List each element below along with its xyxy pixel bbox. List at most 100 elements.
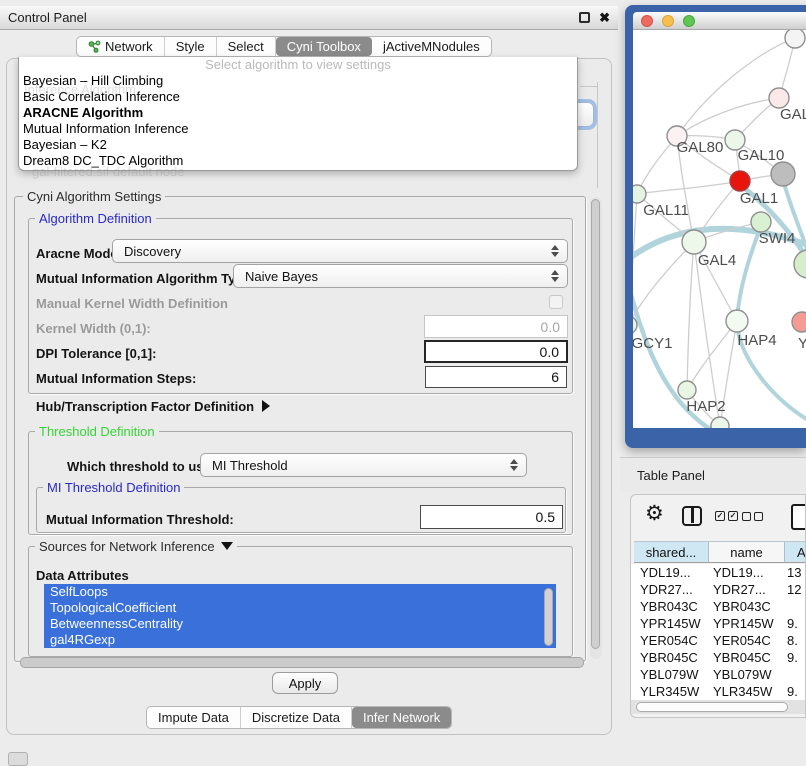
node[interactable]	[785, 30, 805, 48]
tab-network[interactable]: Network	[77, 37, 165, 56]
traffic-zoom-button[interactable]	[683, 15, 695, 27]
attribute-item-selected[interactable]: gal4RGexp	[44, 632, 556, 648]
dropdown-item[interactable]: Bayesian – Hill Climbing	[19, 73, 577, 89]
aracne-mode-label: Aracne Mode:	[36, 246, 122, 261]
attribute-item-selected[interactable]: BetweennessCentrality	[44, 616, 556, 632]
cell[interactable]: YDR27...	[631, 581, 706, 598]
tab-jactivemnodules[interactable]: jActiveMNodules	[372, 37, 491, 56]
attributes-scrollbar[interactable]	[543, 586, 554, 650]
tab-style[interactable]: Style	[165, 37, 217, 56]
cell[interactable]: YLR345W	[631, 683, 706, 700]
apply-button[interactable]: Apply	[272, 672, 338, 694]
cell[interactable]	[782, 598, 804, 615]
dropdown-item-selected[interactable]: ARACNE Algorithm	[19, 105, 577, 121]
cell[interactable]: 12	[782, 581, 804, 598]
column-header-clipped[interactable]: A	[785, 541, 806, 563]
dropdown-item[interactable]: Mutual Information Inference	[19, 121, 577, 137]
cell[interactable]: YBL079W	[706, 666, 782, 683]
cell[interactable]: 9.	[782, 615, 804, 632]
cell[interactable]: YDL19...	[706, 564, 782, 581]
node-gal11[interactable]	[633, 185, 646, 203]
tab-infer-network[interactable]: Infer Network	[352, 707, 451, 728]
cell[interactable]: YPR145W	[706, 615, 782, 632]
cell[interactable]: 9.	[782, 683, 804, 700]
dropdown-item[interactable]: Bayesian – K2	[19, 137, 577, 153]
manual-kernel-label: Manual Kernel Width Definition	[36, 296, 228, 311]
node-label: SWI4	[759, 230, 796, 247]
mi-type-value: Naive Bayes	[245, 269, 318, 284]
attribute-item-selected[interactable]: TopologicalCoefficient	[44, 600, 556, 616]
cell[interactable]: YDR27...	[706, 581, 782, 598]
network-canvas[interactable]: GAL GAL80 GAL10 GAL1 GAL11 SWI4 GAL4 GCY…	[633, 30, 806, 428]
node-large-green[interactable]	[794, 250, 806, 278]
tab-cyni-toolbox[interactable]: Cyni Toolbox	[276, 37, 372, 56]
column-header-shared-name[interactable]: shared...	[634, 541, 709, 563]
sources-disclosure[interactable]: Sources for Network Inference	[35, 539, 237, 554]
cell[interactable]: YER054C	[706, 632, 782, 649]
dropdown-item[interactable]: Basic Correlation Inference	[19, 89, 577, 105]
node-gray[interactable]	[771, 162, 795, 186]
node-label: HAP4	[737, 332, 776, 349]
control-panel-titlebar: Control Panel ✖	[0, 6, 618, 30]
node-bottom[interactable]	[711, 417, 729, 428]
which-threshold-combobox[interactable]: MI Threshold	[200, 453, 527, 477]
cell[interactable]: YLR345W	[706, 683, 782, 700]
attribute-item-selected[interactable]: SelfLoops	[44, 584, 556, 600]
node-swi4[interactable]	[751, 212, 771, 232]
cell[interactable]: YPR145W	[631, 615, 706, 632]
settings-vertical-scrollbar[interactable]	[590, 197, 602, 659]
dropdown-item[interactable]: Dream8 DC_TDC Algorithm	[19, 153, 577, 169]
dpi-tolerance-field[interactable]: 0.0	[424, 340, 568, 363]
node-gal4[interactable]	[682, 230, 706, 254]
new-table-icon[interactable]	[791, 504, 806, 530]
combo-arrows-icon	[510, 459, 518, 471]
cell[interactable]: YBR043C	[706, 598, 782, 615]
deselect-all-checkboxes-icon[interactable]	[742, 512, 763, 521]
kernel-width-field[interactable]: 0.0	[424, 315, 568, 338]
cell[interactable]: YBR045C	[631, 649, 706, 666]
node-gal[interactable]	[769, 88, 789, 108]
minimized-panel-chip[interactable]	[8, 752, 28, 766]
cell[interactable]: YBL079W	[631, 666, 706, 683]
aracne-mode-combobox[interactable]: Discovery	[112, 239, 568, 263]
traffic-close-button[interactable]	[641, 15, 653, 27]
which-threshold-label: Which threshold to use:	[67, 459, 215, 474]
cell[interactable]: 13	[782, 564, 804, 581]
tab-network-label: Network	[105, 39, 153, 54]
hub-definition-disclosure[interactable]: Hub/Transcription Factor Definition	[36, 399, 270, 414]
select-all-checkboxes-icon[interactable]: ✓✓	[715, 511, 738, 521]
columns-icon[interactable]	[682, 506, 702, 526]
mi-algorithm-type-combobox[interactable]: Naive Bayes	[233, 264, 568, 288]
node-hap4[interactable]	[726, 310, 748, 332]
node-salmon[interactable]	[792, 312, 806, 332]
node-label: GCY1	[633, 335, 672, 352]
tab-discretize-data[interactable]: Discretize Data	[241, 707, 352, 728]
mi-steps-label: Mutual Information Steps:	[36, 371, 196, 386]
manual-kernel-checkbox[interactable]	[549, 295, 563, 309]
node-gal1[interactable]	[730, 171, 750, 191]
cell[interactable]: 8.	[782, 632, 804, 649]
settings-horizontal-scrollbar[interactable]	[20, 657, 584, 668]
mi-steps-value: 6	[551, 369, 559, 385]
traffic-minimize-button[interactable]	[662, 15, 674, 27]
float-window-icon[interactable]	[579, 12, 590, 23]
cell[interactable]: 9.	[782, 649, 804, 666]
dpi-tolerance-value: 0.0	[540, 344, 559, 360]
tab-select[interactable]: Select	[217, 37, 276, 56]
tab-impute-data[interactable]: Impute Data	[147, 707, 241, 728]
gear-icon[interactable]: ⚙	[645, 503, 664, 524]
node-hap2[interactable]	[678, 381, 696, 399]
cell[interactable]: YDL19...	[631, 564, 706, 581]
close-panel-icon[interactable]: ✖	[599, 12, 610, 23]
mi-threshold-field[interactable]: 0.5	[420, 505, 563, 529]
group-border-fragment	[597, 82, 598, 188]
table-panel: ⚙ ✓✓ shared... name A YDL19... YDL19... …	[630, 494, 806, 718]
mi-steps-field[interactable]: 6	[425, 366, 567, 388]
cell[interactable]: YER054C	[631, 632, 706, 649]
group-border-fragment	[580, 86, 597, 87]
column-header-name[interactable]: name	[709, 541, 785, 563]
cell[interactable]	[782, 666, 804, 683]
table-horizontal-scrollbar[interactable]	[631, 700, 806, 714]
cell[interactable]: YBR043C	[631, 598, 706, 615]
cell[interactable]: YBR045C	[706, 649, 782, 666]
